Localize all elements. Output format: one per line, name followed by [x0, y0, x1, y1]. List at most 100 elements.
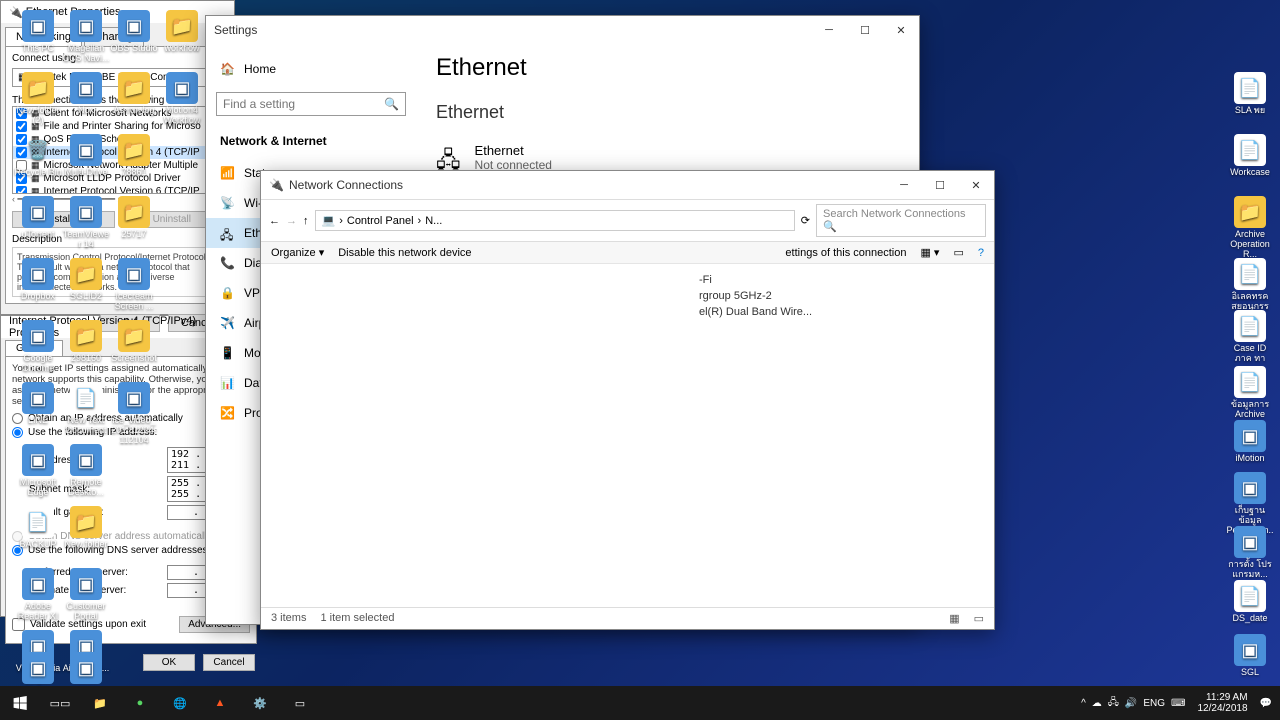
- icon-glyph: ▣: [70, 196, 102, 228]
- search-input[interactable]: [223, 97, 384, 111]
- desktop-icon[interactable]: ▣LINE: [14, 382, 62, 426]
- netconn-titlebar[interactable]: 🔌 Network Connections ─ ☐ ✕: [261, 171, 994, 199]
- nav-home[interactable]: 🏠Home: [206, 54, 416, 84]
- icon-label: As-run log: [110, 106, 158, 116]
- icon-glyph: ▣: [22, 652, 54, 684]
- tray-ime-icon[interactable]: ⌨: [1171, 698, 1185, 709]
- desktop-icon[interactable]: ▣Microsoft Edge: [14, 444, 62, 498]
- task-view-button[interactable]: ▭▭: [40, 686, 80, 720]
- desktop-icon[interactable]: ▣Multi-Drive: [62, 134, 110, 178]
- desktop-icon[interactable]: ▣Remote Deskto...: [62, 444, 110, 498]
- nav-icon: 📱: [220, 346, 234, 360]
- up-button[interactable]: ↑: [303, 215, 309, 227]
- desktop-icon[interactable]: ▣This PC: [14, 10, 62, 54]
- desktop-icon[interactable]: ▣Icecream Screen ...: [110, 258, 158, 312]
- desktop-icon[interactable]: 📁78861: [110, 134, 158, 178]
- icon-label: iMotion: [1226, 454, 1274, 464]
- desktop-icon[interactable]: 📁New folder: [62, 506, 110, 550]
- network-item[interactable]: el(R) Dual Band Wire...: [699, 304, 986, 320]
- desktop-icon[interactable]: ▣การตั้ง โปรแกรมห...: [1226, 526, 1274, 580]
- desktop-icon[interactable]: ▣Magellan CCS Navi...: [62, 10, 110, 64]
- desktop-icon[interactable]: ▣Google Chrome: [14, 320, 62, 374]
- tray-onedrive-icon[interactable]: ☁: [1092, 698, 1102, 709]
- icon-label: ice_video_201 81224-112104: [110, 416, 158, 446]
- taskbar-app[interactable]: 📁: [80, 686, 120, 720]
- desktop-icon[interactable]: 📁New folder (2): [14, 72, 62, 126]
- desktop-icon[interactable]: 📁As-run log: [110, 72, 158, 116]
- taskbar-app[interactable]: 🌐: [160, 686, 200, 720]
- icon-glyph: 📄: [1234, 310, 1266, 342]
- desktop-icon[interactable]: ▣Motion4 Workflow: [158, 72, 206, 126]
- desktop-icon[interactable]: 🗑️Recycle Bin: [14, 134, 62, 178]
- tray-volume-icon[interactable]: 🔊: [1125, 698, 1137, 709]
- desktop-icon[interactable]: ▣Dropbox: [14, 258, 62, 302]
- maximize-button[interactable]: ☐: [922, 171, 958, 199]
- desktop-icon[interactable]: 📄Workcase: [1226, 134, 1274, 178]
- desktop-icon[interactable]: 📁25717: [110, 196, 158, 240]
- address-bar[interactable]: 💻›Control Panel›N...: [315, 210, 795, 231]
- taskbar-app[interactable]: ●: [120, 686, 160, 720]
- icon-label: Case ID ภาค ทา: [1226, 344, 1274, 364]
- settings-titlebar[interactable]: Settings ─ ☐ ✕: [206, 16, 919, 44]
- maximize-button[interactable]: ☐: [847, 16, 883, 44]
- icon-label: workflow: [158, 44, 206, 54]
- settings-search[interactable]: 🔍: [216, 92, 406, 116]
- desktop-icon[interactable]: 📄ข้อมูลการ Archive: [1226, 366, 1274, 420]
- icon-label: uTorrent: [14, 230, 62, 240]
- tray-network-icon[interactable]: 🖧: [1108, 695, 1119, 712]
- change-settings[interactable]: ettings of this connection: [785, 247, 906, 259]
- organize-menu[interactable]: Organize ▾: [271, 246, 324, 259]
- desktop-icon[interactable]: ▣iMotion: [1226, 420, 1274, 464]
- help-icon[interactable]: ?: [978, 247, 984, 259]
- network-item[interactable]: rgroup 5GHz-2: [699, 288, 986, 304]
- icon-glyph: ▣: [1234, 472, 1266, 504]
- desktop-icon[interactable]: ▣Nox: [62, 72, 110, 116]
- clock[interactable]: 11:29 AM 12/24/2018: [1191, 692, 1253, 714]
- icon-label: This PC: [14, 44, 62, 54]
- minimize-button[interactable]: ─: [811, 16, 847, 44]
- view-details-icon[interactable]: ▦: [949, 612, 959, 625]
- icon-label: Workcase: [1226, 168, 1274, 178]
- taskbar-app[interactable]: ▭: [280, 686, 320, 720]
- close-button[interactable]: ✕: [883, 16, 919, 44]
- disable-device[interactable]: Disable this network device: [338, 247, 471, 259]
- back-button[interactable]: ←: [269, 215, 280, 227]
- desktop-icon[interactable]: 📁Screenshot: [110, 320, 158, 364]
- desktop-icon[interactable]: 📁298160: [62, 320, 110, 364]
- desktop-icon[interactable]: ▣OBS Studio: [110, 10, 158, 54]
- desktop-icon[interactable]: 📄BACKUP: [14, 506, 62, 550]
- desktop-icon[interactable]: ▣ice_video_201 81224-112104: [110, 382, 158, 446]
- close-button[interactable]: ✕: [958, 171, 994, 199]
- desktop-icon[interactable]: 📄SLA พย: [1226, 72, 1274, 116]
- preview-icon[interactable]: ▭: [953, 246, 963, 259]
- desktop-icon[interactable]: ▣uTorrent: [14, 196, 62, 240]
- view-large-icon[interactable]: ▭: [974, 612, 984, 625]
- desktop-icon[interactable]: 📄New Text Document: [62, 382, 110, 436]
- refresh-button[interactable]: ⟳: [801, 214, 810, 227]
- forward-button[interactable]: →: [286, 215, 297, 227]
- desktop-icon[interactable]: 📄DS_date: [1226, 580, 1274, 624]
- icon-glyph: 📄: [1234, 580, 1266, 612]
- taskbar-app[interactable]: ⚙️: [240, 686, 280, 720]
- nav-icon: 📡: [220, 196, 234, 210]
- tray-language[interactable]: ENG: [1143, 698, 1165, 709]
- desktop-icon[interactable]: 📄Case ID ภาค ทา: [1226, 310, 1274, 364]
- nav-icon: 🖧: [220, 226, 234, 240]
- taskbar-app[interactable]: ▲: [200, 686, 240, 720]
- search-box[interactable]: Search Network Connections 🔍: [816, 204, 986, 237]
- desktop-icon[interactable]: ▣Adobe Reader XI: [14, 568, 62, 622]
- tray-chevron-icon[interactable]: ^: [1081, 698, 1086, 709]
- desktop-icon[interactable]: ▣TeamViewer 14: [62, 196, 110, 250]
- minimize-button[interactable]: ─: [886, 171, 922, 199]
- desktop-icon[interactable]: ▣SGL: [1226, 634, 1274, 678]
- desktop-icon[interactable]: 📁workflow: [158, 10, 206, 54]
- notifications-icon[interactable]: 💬: [1260, 698, 1272, 709]
- icon-glyph: ▣: [1234, 634, 1266, 666]
- view-icon[interactable]: ▦ ▾: [920, 246, 939, 259]
- desktop-icon[interactable]: 📁Archive Operation R...: [1226, 196, 1274, 260]
- network-item[interactable]: -Fi: [699, 272, 986, 288]
- desktop-icon[interactable]: 📁SGLID2: [62, 258, 110, 302]
- icon-label: Archive Operation R...: [1226, 230, 1274, 260]
- start-button[interactable]: [0, 686, 40, 720]
- desktop-icon[interactable]: ▣Customer Portal: [62, 568, 110, 622]
